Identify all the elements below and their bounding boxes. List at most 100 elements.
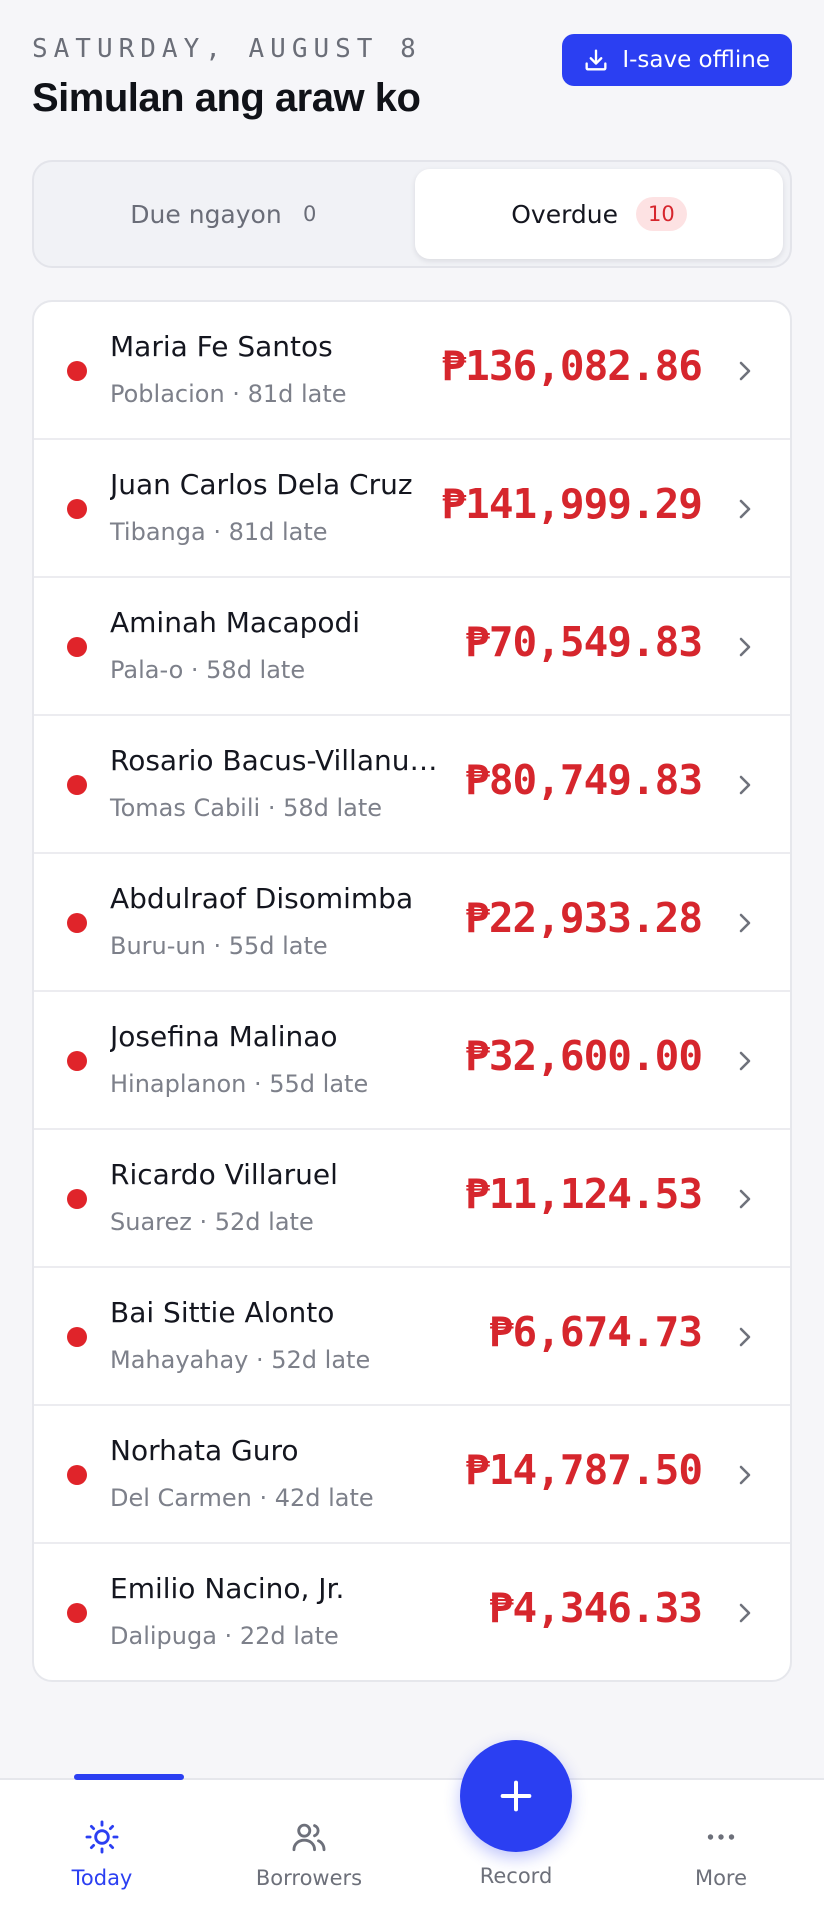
borrower-location: Tibanga bbox=[110, 518, 206, 546]
borrower-meta: Hinaplanon · 55d late bbox=[110, 1070, 369, 1098]
record-label: Record bbox=[479, 1864, 553, 1888]
borrower-name: Emilio Nacino, Jr. bbox=[110, 1572, 345, 1605]
list-item[interactable]: Rosario Bacus-Villanueva Tomas Cabili · … bbox=[34, 716, 790, 854]
save-offline-label: I-save offline bbox=[622, 47, 770, 73]
borrower-name: Maria Fe Santos bbox=[110, 330, 333, 363]
bottom-nav: Today Borrowers More bbox=[0, 1774, 824, 1906]
overdue-amount: ₱14,787.50 bbox=[465, 1446, 703, 1494]
overdue-list: Maria Fe Santos Poblacion · 81d late ₱13… bbox=[32, 300, 792, 1682]
borrower-name: Abdulraof Disomimba bbox=[110, 882, 414, 915]
list-item[interactable]: Maria Fe Santos Poblacion · 81d late ₱13… bbox=[34, 302, 790, 440]
overdue-amount: ₱11,124.53 bbox=[465, 1170, 703, 1218]
filter-tabs: Due ngayon 0 Overdue 10 bbox=[32, 160, 792, 268]
days-late: 58d late bbox=[206, 656, 306, 684]
borrower-meta: Buru-un · 55d late bbox=[110, 932, 328, 960]
more-horizontal-icon bbox=[707, 1834, 735, 1840]
days-late: 58d late bbox=[283, 794, 383, 822]
borrower-location: Poblacion bbox=[110, 380, 225, 408]
save-offline-button[interactable]: I-save offline bbox=[562, 34, 792, 86]
overdue-dot bbox=[67, 1465, 87, 1485]
overdue-dot bbox=[67, 499, 87, 519]
list-item[interactable]: Juan Carlos Dela Cruz Tibanga · 81d late… bbox=[34, 440, 790, 578]
nav-today[interactable]: Today bbox=[27, 1774, 184, 1906]
list-item[interactable]: Aminah Macapodi Pala-o · 58d late ₱70,54… bbox=[34, 578, 790, 716]
overdue-amount: ₱70,549.83 bbox=[465, 618, 703, 666]
list-item[interactable]: Ricardo Villaruel Suarez · 52d late ₱11,… bbox=[34, 1130, 790, 1268]
header: SATURDAY, AUGUST 8 Simulan ang araw ko I… bbox=[32, 30, 792, 130]
days-late: 81d late bbox=[228, 518, 328, 546]
overdue-amount: ₱80,749.83 bbox=[465, 756, 703, 804]
overdue-amount: ₱22,933.28 bbox=[465, 894, 703, 942]
chevron-right-icon bbox=[739, 361, 751, 381]
overdue-dot bbox=[67, 1327, 87, 1347]
overdue-dot bbox=[67, 775, 87, 795]
days-late: 52d late bbox=[214, 1208, 314, 1236]
tab-label: Overdue bbox=[511, 199, 619, 229]
chevron-right-icon bbox=[739, 775, 751, 795]
overdue-dot bbox=[67, 1051, 87, 1071]
chevron-right-icon bbox=[739, 913, 751, 933]
nav-borrowers-label: Borrowers bbox=[255, 1866, 363, 1890]
borrower-meta: Poblacion · 81d late bbox=[110, 380, 347, 408]
borrower-name: Bai Sittie Alonto bbox=[110, 1296, 335, 1329]
chevron-right-icon bbox=[739, 1051, 751, 1071]
list-item[interactable]: Abdulraof Disomimba Buru-un · 55d late ₱… bbox=[34, 854, 790, 992]
chevron-right-icon bbox=[739, 1465, 751, 1485]
nav-borrowers[interactable]: Borrowers bbox=[234, 1780, 384, 1906]
days-late: 52d late bbox=[271, 1346, 371, 1374]
borrower-location: Del Carmen bbox=[110, 1484, 252, 1512]
overdue-dot bbox=[67, 637, 87, 657]
overdue-dot bbox=[67, 913, 87, 933]
page-title: Simulan ang araw ko bbox=[32, 76, 421, 120]
list-item[interactable]: Bai Sittie Alonto Mahayahay · 52d late ₱… bbox=[34, 1268, 790, 1406]
borrower-location: Buru-un bbox=[110, 932, 206, 960]
tab-overdue[interactable]: Overdue 10 bbox=[415, 169, 783, 259]
tab-label: Due ngayon bbox=[130, 199, 282, 229]
download-icon bbox=[582, 46, 610, 74]
overdue-amount: ₱6,674.73 bbox=[488, 1308, 703, 1356]
overdue-amount: ₱32,600.00 bbox=[465, 1032, 703, 1080]
sun-icon bbox=[85, 1820, 119, 1854]
chevron-right-icon bbox=[739, 1603, 751, 1623]
users-icon bbox=[292, 1823, 326, 1852]
list-item[interactable]: Emilio Nacino, Jr. Dalipuga · 22d late ₱… bbox=[34, 1544, 790, 1680]
chevron-right-icon bbox=[739, 499, 751, 519]
nav-today-label: Today bbox=[71, 1866, 133, 1890]
borrower-location: Tomas Cabili bbox=[110, 794, 261, 822]
borrower-meta: Pala-o · 58d late bbox=[110, 656, 306, 684]
borrower-location: Dalipuga bbox=[110, 1622, 217, 1650]
overdue-count-badge: 10 bbox=[636, 197, 687, 231]
plus-icon bbox=[500, 1780, 532, 1812]
days-late: 42d late bbox=[274, 1484, 374, 1512]
borrower-meta: Del Carmen · 42d late bbox=[110, 1484, 374, 1512]
borrower-name: Norhata Guro bbox=[110, 1434, 299, 1467]
days-late: 55d late bbox=[269, 1070, 369, 1098]
days-late: 81d late bbox=[247, 380, 347, 408]
borrower-location: Mahayahay bbox=[110, 1346, 249, 1374]
borrower-name: Rosario Bacus-Villanueva bbox=[110, 744, 440, 777]
borrower-location: Pala-o bbox=[110, 656, 184, 684]
nav-more[interactable]: More bbox=[646, 1780, 796, 1906]
days-late: 22d late bbox=[239, 1622, 339, 1650]
date-label: SATURDAY, AUGUST 8 bbox=[32, 34, 422, 64]
chevron-right-icon bbox=[739, 637, 751, 657]
borrower-name: Aminah Macapodi bbox=[110, 606, 361, 639]
active-tab-indicator bbox=[74, 1774, 184, 1780]
borrower-name: Josefina Malinao bbox=[110, 1020, 338, 1053]
overdue-amount: ₱141,999.29 bbox=[441, 480, 703, 528]
overdue-dot bbox=[67, 1603, 87, 1623]
list-item[interactable]: Josefina Malinao Hinaplanon · 55d late ₱… bbox=[34, 992, 790, 1130]
borrower-meta: Tomas Cabili · 58d late bbox=[110, 794, 383, 822]
days-late: 55d late bbox=[228, 932, 328, 960]
overdue-dot bbox=[67, 1189, 87, 1209]
borrower-meta: Tibanga · 81d late bbox=[110, 518, 328, 546]
chevron-right-icon bbox=[739, 1327, 751, 1347]
list-item[interactable]: Norhata Guro Del Carmen · 42d late ₱14,7… bbox=[34, 1406, 790, 1544]
borrower-meta: Suarez · 52d late bbox=[110, 1208, 314, 1236]
record-button[interactable] bbox=[460, 1740, 572, 1852]
tab-due-today[interactable]: Due ngayon 0 bbox=[41, 169, 409, 259]
borrower-name: Ricardo Villaruel bbox=[110, 1158, 338, 1191]
borrower-meta: Mahayahay · 52d late bbox=[110, 1346, 371, 1374]
nav-more-label: More bbox=[694, 1866, 748, 1890]
tab-count: 0 bbox=[303, 202, 317, 226]
